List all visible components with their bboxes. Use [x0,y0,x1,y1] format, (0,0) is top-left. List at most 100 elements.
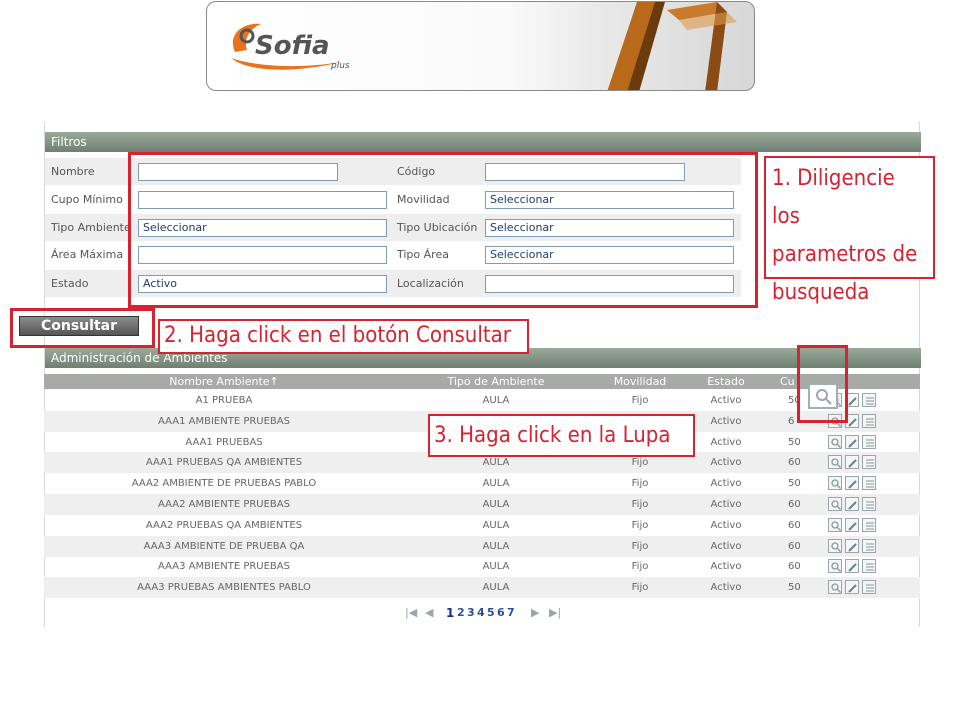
cell-tipo: AULA [482,519,510,531]
column-cupo[interactable]: Cu [780,374,795,389]
page-link[interactable]: 5 [487,606,495,619]
search-action-button[interactable] [828,455,842,470]
cell-tipo: AULA [482,540,510,552]
cell-tipo: AULA [482,499,510,510]
table-row[interactable]: A1 PRUEBA AULA Fijo Activo 50 [44,390,920,411]
column-tipo[interactable]: Tipo de Ambiente [446,374,546,389]
cell-nombre: AAA2 AMBIENTE DE PRUEBAS PABLO [131,478,317,490]
edit-action-button[interactable] [845,559,859,574]
edit-icon [848,418,857,427]
cell-nombre: AAA2 PRUEBAS QA AMBIENTES [145,519,303,531]
search-action-button[interactable] [828,538,842,553]
last-page-icon[interactable]: ▶| [549,606,561,619]
search-icon [831,562,841,573]
list-action-button[interactable] [862,413,876,428]
cell-nombre: AAA1 AMBIENTE PRUEBAS [158,415,290,427]
sofia-plus-logo: Sofia plus [231,23,350,71]
table-row[interactable]: AAA3 AMBIENTE PRUEBAS AULA Fijo Activo 60 [44,556,920,577]
first-page-icon[interactable]: |◀ [405,606,417,619]
list-icon [866,584,874,592]
edit-action-button[interactable] [845,434,859,449]
search-action-button[interactable] [828,580,842,595]
edit-action-button[interactable] [845,455,859,470]
table-row[interactable]: AAA2 AMBIENTE PRUEBAS AULA Fijo Activo 60 [44,494,920,515]
cell-estado: Activo [710,436,742,448]
list-action-button[interactable] [862,559,876,574]
list-icon [866,522,874,530]
page-link[interactable]: 2 [457,606,465,619]
edit-action-button[interactable] [845,517,859,532]
list-action-button[interactable] [862,455,876,470]
edit-action-button[interactable] [845,476,859,491]
table-row[interactable]: AAA3 AMBIENTE DE PRUEBA QA AULA Fijo Activo… [44,535,920,557]
search-icon [831,583,841,594]
cell-nombre: A1 PRUEBA [195,395,253,406]
page-link[interactable]: 3 [467,606,475,619]
column-movilidad[interactable]: Movilidad [610,374,670,389]
cell-cupo: 60 [788,540,801,552]
page-link[interactable]: 1 [446,606,454,620]
row-actions [828,559,878,574]
cell-tipo: AULA [482,561,510,573]
cell-movilidad: Fijo [631,478,649,490]
list-action-button[interactable] [862,434,876,449]
list-icon [866,543,874,551]
table-row[interactable]: AAA3 PRUEBAS AMBIENTES PABLO AULA Fijo Acti… [44,577,920,599]
search-action-button[interactable] [828,497,842,511]
cell-cupo: 60 [788,499,801,510]
cell-tipo: AULA [482,395,510,406]
search-action-button[interactable] [828,517,842,532]
list-action-button[interactable] [862,476,876,491]
cell-estado: Activo [710,582,742,594]
cell-estado: Activo [710,395,742,406]
cell-cupo: 50 [788,582,801,594]
search-action-button[interactable] [828,559,842,574]
table-row[interactable]: AAA2 AMBIENTE DE PRUEBAS PABLO AULA Fijo Ac… [44,473,920,494]
list-action-button[interactable] [862,393,876,407]
list-action-button[interactable] [862,580,876,595]
edit-action-button[interactable] [845,497,859,511]
search-icon [831,479,841,490]
list-icon [866,459,874,467]
row-actions [828,455,878,470]
cell-tipo: AULA [482,478,510,490]
search-action-button[interactable] [828,434,842,449]
cell-estado: Activo [710,519,742,531]
search-icon [831,500,841,510]
prev-page-icon[interactable]: ◀ [425,606,433,619]
list-action-button[interactable] [862,538,876,553]
edit-icon [848,501,857,510]
filter-label: Estado [51,277,89,290]
page-link[interactable]: 7 [507,606,515,619]
search-icon [831,541,841,552]
lupa-button[interactable] [808,383,838,409]
list-icon [866,397,874,405]
edit-action-button[interactable] [845,538,859,553]
search-icon [831,458,841,469]
search-action-button[interactable] [828,476,842,491]
column-nombre[interactable]: Nombre Ambiente↑ [44,374,404,389]
filter-label: Área Máxima [51,248,124,261]
column-estado[interactable]: Estado [696,374,756,389]
next-page-icon[interactable]: ▶ [531,606,539,619]
list-action-button[interactable] [862,517,876,532]
filter-label: Tipo Ambiente [51,221,131,234]
table-column-headers: Nombre Ambiente↑ Tipo de Ambiente Movili… [44,374,920,389]
cell-estado: Activo [710,415,742,427]
page-link[interactable]: 4 [477,606,485,619]
edit-action-button[interactable] [845,580,859,595]
table-row[interactable]: AAA2 PRUEBAS QA AMBIENTES AULA Fijo Activo 6… [44,515,920,536]
cell-movilidad: Fijo [631,561,649,573]
cell-movilidad: Fijo [631,582,649,594]
annotation-text: busqueda [772,280,870,305]
filters-header: Filtros [45,132,921,152]
cell-estado: Activo [710,540,742,552]
page-link[interactable]: 6 [497,606,505,619]
filter-label: Nombre [51,165,95,178]
cell-nombre: AAA1 PRUEBAS QA AMBIENTES [145,457,303,469]
cell-cupo: 60 [788,457,801,469]
filters-highlight-box [128,152,758,308]
edit-icon [848,563,857,573]
filter-label: Cupo Mínimo [51,193,123,206]
list-action-button[interactable] [862,497,876,511]
